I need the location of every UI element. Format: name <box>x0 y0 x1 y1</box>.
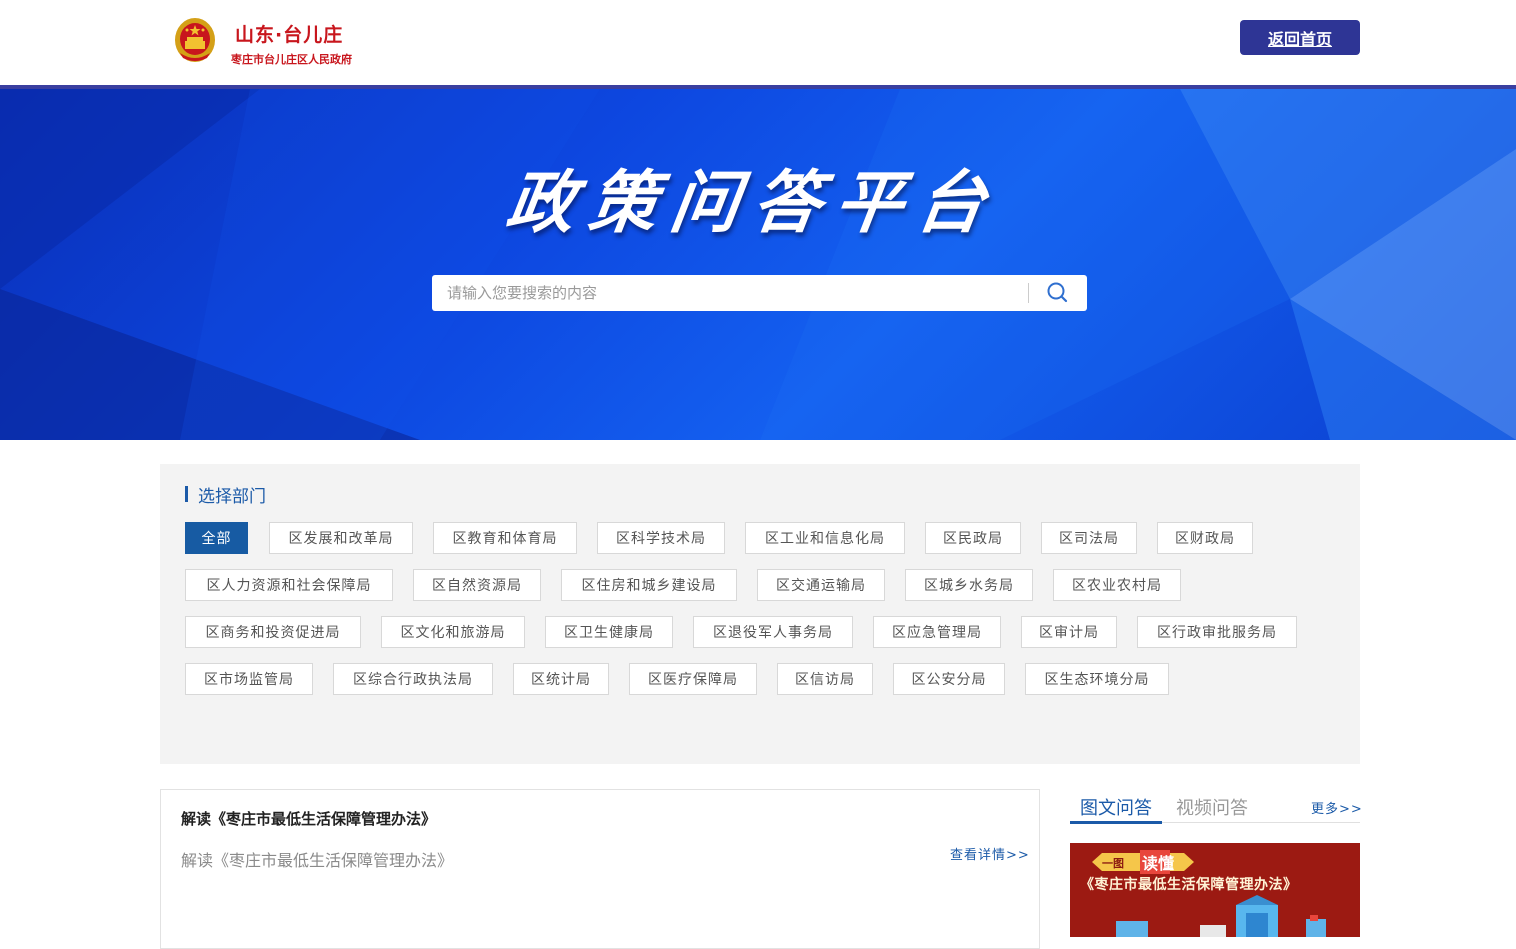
dept-tag[interactable]: 区行政审批服务局 <box>1137 616 1297 648</box>
view-details-link[interactable]: 查看详情>> <box>950 844 1030 863</box>
badge-prefix: 一图 <box>1102 857 1124 870</box>
dept-tag[interactable]: 区信访局 <box>777 663 873 695</box>
dept-tag[interactable]: 区司法局 <box>1041 522 1137 554</box>
thumbnail-title: 《枣庄市最低生活保障管理办法》 <box>1080 877 1298 893</box>
dept-tag[interactable]: 区审计局 <box>1021 616 1117 648</box>
dept-tag[interactable]: 区工业和信息化局 <box>745 522 905 554</box>
qa-card: 解读《枣庄市最低生活保障管理办法》 解读《枣庄市最低生活保障管理办法》 查看详情… <box>160 789 1040 949</box>
tab-video-qa[interactable]: 视频问答 <box>1176 794 1248 820</box>
dept-tag[interactable]: 区统计局 <box>513 663 609 695</box>
dept-tag[interactable]: 区交通运输局 <box>757 569 885 601</box>
dept-tag[interactable]: 区教育和体育局 <box>433 522 577 554</box>
dept-tag[interactable]: 区医疗保障局 <box>629 663 757 695</box>
department-heading: 选择部门 <box>185 484 266 507</box>
featured-thumbnail[interactable]: 一图 读懂 《枣庄市最低生活保障管理办法》 <box>1070 843 1360 937</box>
active-tab-underline <box>1070 821 1162 824</box>
dept-tag[interactable]: 区生态环境分局 <box>1025 663 1169 695</box>
tab-image-text-qa[interactable]: 图文问答 <box>1080 794 1152 820</box>
dept-tag[interactable]: 区退役军人事务局 <box>693 616 853 648</box>
site-header: 山东·台儿庄 枣庄市台儿庄区人民政府 返回首页 <box>0 0 1516 85</box>
dept-tag[interactable]: 区农业农村局 <box>1053 569 1181 601</box>
search-icon[interactable] <box>1042 281 1072 305</box>
dept-tag[interactable]: 区财政局 <box>1157 522 1253 554</box>
search-divider <box>1028 283 1029 303</box>
brand-subtitle: 枣庄市台儿庄区人民政府 <box>231 53 352 66</box>
national-emblem-icon <box>175 18 215 62</box>
qa-summary: 解读《枣庄市最低生活保障管理办法》 <box>181 851 454 870</box>
side-more-link[interactable]: 更多>> <box>1311 798 1363 817</box>
department-panel: 选择部门 全部 区发展和改革局 区教育和体育局 区科学技术局 区工业和信息化局 … <box>160 464 1360 764</box>
dept-tag[interactable]: 区住房和城乡建设局 <box>561 569 737 601</box>
thumbnail-badge: 一图 读懂 <box>1092 850 1194 874</box>
dept-tag[interactable]: 区科学技术局 <box>597 522 725 554</box>
dept-tag[interactable]: 区城乡水务局 <box>905 569 1033 601</box>
search-input[interactable] <box>432 275 1028 311</box>
banner-title: 政策问答平台 <box>501 164 1005 243</box>
badge-main: 读懂 <box>1142 854 1174 873</box>
dept-tag[interactable]: 区商务和投资促进局 <box>185 616 361 648</box>
dept-tag[interactable]: 区文化和旅游局 <box>381 616 525 648</box>
dept-tag[interactable]: 区应急管理局 <box>873 616 1001 648</box>
hero-banner: 政策问答平台 <box>0 89 1516 440</box>
department-heading-text: 选择部门 <box>198 486 266 507</box>
building-illustration-icon <box>1116 895 1326 937</box>
brand-title: 山东·台儿庄 <box>235 24 344 46</box>
qa-title-link[interactable]: 解读《枣庄市最低生活保障管理办法》 <box>181 808 436 829</box>
dept-tag[interactable]: 区综合行政执法局 <box>333 663 493 695</box>
side-panel: 图文问答 视频问答 更多>> 一图 读懂 《枣庄市最低生活保障管理办法》 <box>1070 789 1363 937</box>
dept-tag[interactable]: 区民政局 <box>925 522 1021 554</box>
dept-tag[interactable]: 区发展和改革局 <box>269 522 413 554</box>
dept-tag[interactable]: 区人力资源和社会保障局 <box>185 569 393 601</box>
banner-background-shapes <box>0 89 1516 440</box>
dept-tag[interactable]: 区卫生健康局 <box>545 616 673 648</box>
dept-tag[interactable]: 区市场监管局 <box>185 663 313 695</box>
heading-accent-bar <box>185 486 188 502</box>
dept-tag-all[interactable]: 全部 <box>185 522 248 554</box>
dept-tag[interactable]: 区自然资源局 <box>413 569 541 601</box>
dept-tag[interactable]: 区公安分局 <box>893 663 1005 695</box>
search-bar <box>432 275 1087 311</box>
back-home-button[interactable]: 返回首页 <box>1240 20 1360 55</box>
